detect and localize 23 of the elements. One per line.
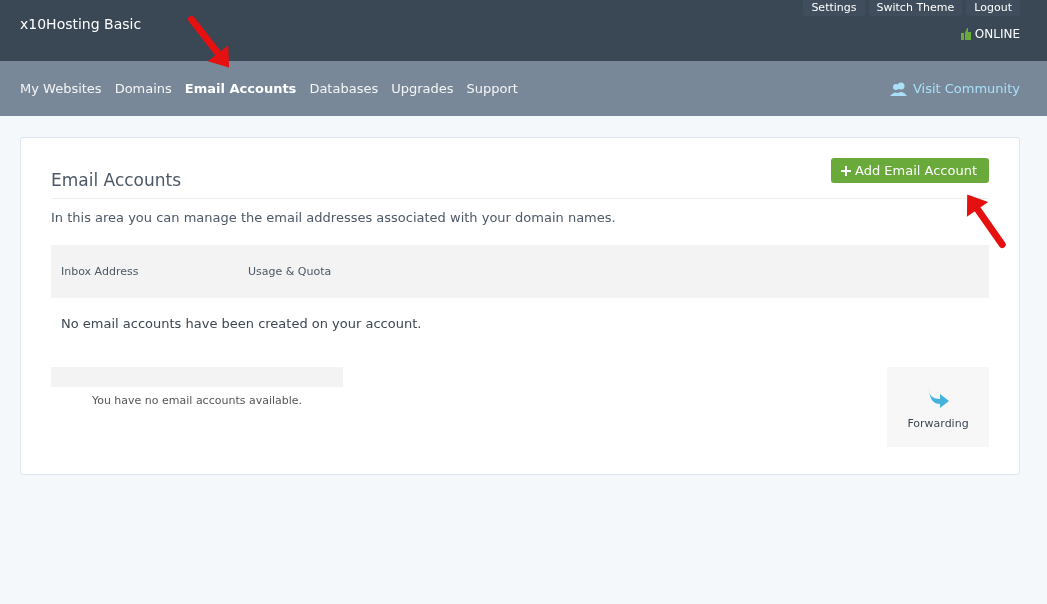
nav-tab[interactable]: Upgrades: [391, 81, 454, 96]
nav-tab[interactable]: Domains: [114, 81, 172, 96]
community-link[interactable]: Visit Community: [889, 81, 1020, 96]
site-title: x10Hosting Basic: [20, 16, 142, 34]
status-label: ONLINE: [974, 27, 1020, 41]
panel-title: Email Accounts: [51, 170, 182, 190]
add-email-button[interactable]: Add Email Account: [831, 158, 989, 183]
forwarding-tile[interactable]: Forwarding: [887, 367, 989, 447]
nav-tab[interactable]: My Websites: [20, 81, 102, 96]
nav-tab[interactable]: Email Accounts: [184, 81, 297, 96]
column-header: Inbox Address: [61, 265, 140, 278]
nav-tab[interactable]: Support: [466, 81, 518, 96]
header-link[interactable]: Switch Theme: [868, 0, 963, 16]
thumbs-up-icon: [960, 28, 971, 40]
plus-icon: [841, 165, 851, 176]
header-link[interactable]: Logout: [966, 0, 1020, 16]
accounts-message: You have no email accounts available.: [90, 394, 304, 407]
intro-text: In this area you can manage the email addresses associated with your domain names.: [51, 210, 617, 225]
users-icon: [889, 81, 908, 96]
nav-tab[interactable]: Databases: [309, 81, 379, 96]
column-header: Usage & Quota: [248, 265, 333, 278]
header-link[interactable]: Settings: [803, 0, 865, 16]
empty-message: No email accounts have been created on your account.: [60, 315, 423, 333]
